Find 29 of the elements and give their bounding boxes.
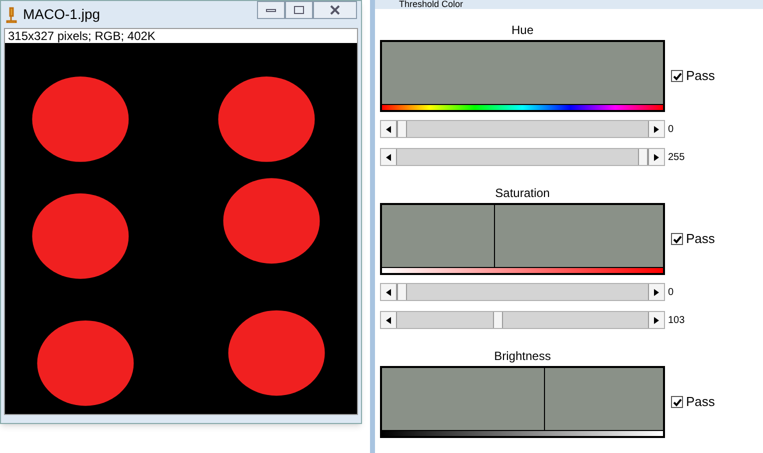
- slider-thumb[interactable]: [397, 284, 407, 300]
- section-title: Hue: [510, 23, 534, 37]
- pass-label: Pass: [686, 67, 715, 86]
- slider-thumb[interactable]: [638, 149, 648, 165]
- pass-checkbox[interactable]: [671, 70, 683, 82]
- section-title: Brightness: [493, 349, 552, 363]
- slider-value: 103: [668, 314, 685, 328]
- pass-checkbox[interactable]: [671, 396, 683, 408]
- slider-value: 0: [668, 122, 674, 136]
- pass-label: Pass: [686, 393, 715, 412]
- maximize-button[interactable]: [285, 1, 313, 19]
- window-title: Threshold Color: [398, 0, 464, 9]
- close-button[interactable]: [313, 1, 357, 19]
- slider-value: 255: [668, 150, 685, 164]
- pass-label: Pass: [686, 230, 715, 248]
- minimize-button[interactable]: [257, 1, 285, 19]
- microscope-icon: [5, 6, 17, 22]
- scrollbar[interactable]: [380, 148, 665, 166]
- close-icon: [330, 5, 340, 15]
- scrollbar[interactable]: [380, 283, 665, 301]
- slider-value: 0: [668, 286, 674, 300]
- pass-checkbox[interactable]: [671, 233, 683, 245]
- slider-thumb[interactable]: [397, 121, 407, 137]
- window-title: MACO-1.jpg: [23, 5, 100, 24]
- slider-thumb[interactable]: [493, 312, 504, 328]
- image-info: 315x327 pixels; RGB; 402K: [7, 29, 156, 43]
- section-title: Saturation: [494, 186, 551, 200]
- scrollbar[interactable]: [380, 120, 665, 138]
- scrollbar[interactable]: [380, 311, 665, 329]
